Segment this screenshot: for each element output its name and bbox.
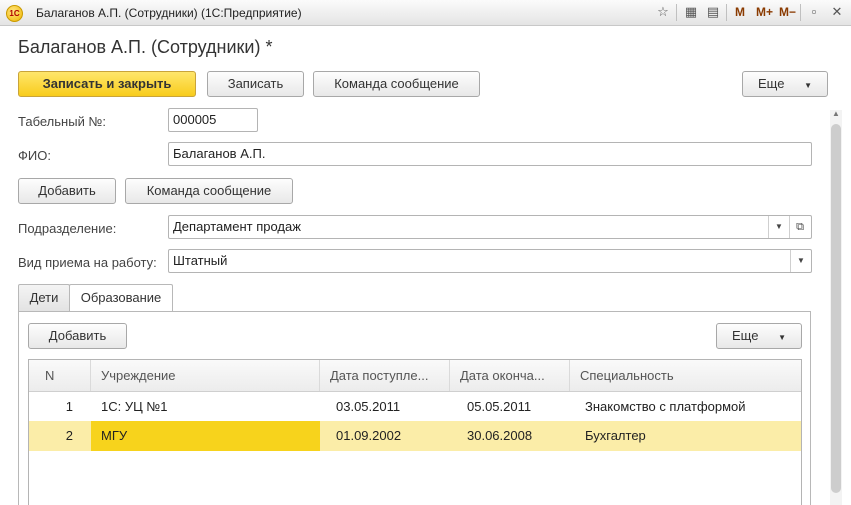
cell-n: 1 xyxy=(65,399,73,414)
tab-number-field[interactable]: 000005 xyxy=(168,108,258,132)
cell-specialty: Знакомство с платформой xyxy=(585,399,746,414)
memory-plus-button[interactable]: M+ xyxy=(756,5,773,19)
column-header-end-date[interactable]: Дата оконча... xyxy=(450,360,570,391)
department-label: Подразделение: xyxy=(18,221,117,236)
toolbar-separator xyxy=(726,4,727,21)
column-header-institution[interactable]: Учреждение xyxy=(91,360,320,391)
cell-end-date: 05.05.2011 xyxy=(467,399,532,414)
cell-end-date: 30.06.2008 xyxy=(467,428,533,443)
save-button[interactable]: Записать xyxy=(207,71,304,97)
education-more-button[interactable]: Еще ▼ xyxy=(716,323,802,349)
app-logo-icon: 1С xyxy=(6,5,23,22)
cell-institution: 1С: УЦ №1 xyxy=(101,399,168,414)
education-more-label: Еще xyxy=(732,328,759,343)
education-table: N Учреждение Дата поступле... Дата оконч… xyxy=(28,359,802,505)
star-icon[interactable]: ☆ xyxy=(655,4,671,20)
cell-institution-current[interactable]: МГУ xyxy=(91,421,320,451)
column-header-n[interactable]: N xyxy=(29,360,91,391)
message-command-button[interactable]: Команда сообщение xyxy=(313,71,480,97)
minimize-icon[interactable]: ▫ xyxy=(806,4,822,20)
message-command-button-2[interactable]: Команда сообщение xyxy=(125,178,293,204)
scroll-up-icon[interactable]: ▲ xyxy=(830,108,842,120)
fio-field[interactable]: Балаганов А.П. xyxy=(168,142,812,166)
column-header-start-date[interactable]: Дата поступле... xyxy=(320,360,450,391)
chevron-down-icon: ▼ xyxy=(804,81,812,90)
tab-number-label: Табельный №: xyxy=(18,114,106,129)
cell-specialty: Бухгалтер xyxy=(585,428,646,443)
education-add-button[interactable]: Добавить xyxy=(28,323,127,349)
add-button[interactable]: Добавить xyxy=(18,178,116,204)
save-and-close-button[interactable]: Записать и закрыть xyxy=(18,71,196,97)
table-header: N Учреждение Дата поступле... Дата оконч… xyxy=(29,360,801,392)
window-title: Балаганов А.П. (Сотрудники) (1С:Предприя… xyxy=(36,6,302,20)
more-button-label: Еще xyxy=(758,76,785,91)
more-button[interactable]: Еще ▼ xyxy=(742,71,828,97)
calculator-icon[interactable]: ▦ xyxy=(683,4,699,20)
cell-start-date: 03.05.2011 xyxy=(336,399,401,414)
close-icon[interactable]: ✕ xyxy=(829,4,845,20)
fio-label: ФИО: xyxy=(18,148,51,163)
chevron-down-icon: ▼ xyxy=(778,333,786,342)
hire-type-value: Штатный xyxy=(173,253,228,268)
table-row[interactable]: 1 1С: УЦ №1 03.05.2011 05.05.2011 Знаком… xyxy=(29,392,801,422)
calendar-icon[interactable]: ▤ xyxy=(705,4,721,20)
hire-type-field[interactable]: Штатный xyxy=(168,249,812,273)
department-field[interactable]: Департамент продаж xyxy=(168,215,812,239)
memory-minus-button[interactable]: M− xyxy=(779,5,796,19)
open-form-icon[interactable]: ⧉ xyxy=(789,216,810,238)
table-row-selected[interactable]: 2 МГУ 01.09.2002 30.06.2008 Бухгалтер xyxy=(29,421,801,451)
cell-n: 2 xyxy=(65,428,73,443)
hire-type-dropdown-icon[interactable]: ▼ xyxy=(790,250,811,272)
toolbar-separator xyxy=(676,4,677,21)
column-header-specialty[interactable]: Специальность xyxy=(570,360,801,391)
toolbar-separator xyxy=(800,4,801,21)
tab-children[interactable]: Дети xyxy=(18,284,70,312)
page-title: Балаганов А.П. (Сотрудники) * xyxy=(18,37,273,57)
scrollbar-thumb[interactable] xyxy=(831,124,841,493)
hire-type-label: Вид приема на работу: xyxy=(18,255,157,270)
department-dropdown-icon[interactable]: ▼ xyxy=(768,216,789,238)
cell-start-date: 01.09.2002 xyxy=(336,428,402,443)
tab-education[interactable]: Образование xyxy=(69,284,173,313)
department-value: Департамент продаж xyxy=(173,219,301,234)
memory-m-button[interactable]: M xyxy=(735,5,745,19)
